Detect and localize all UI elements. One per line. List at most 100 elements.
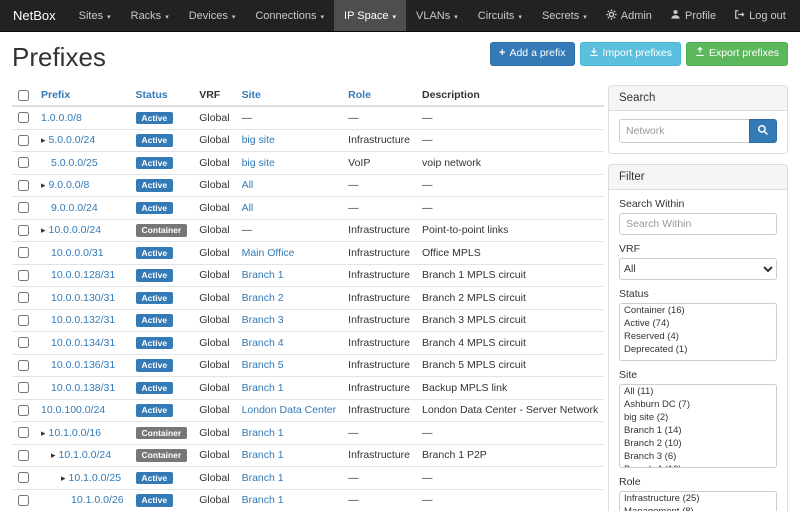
site-link[interactable]: big site — [242, 134, 275, 146]
site-link[interactable]: Branch 1 — [242, 449, 284, 461]
nav-item-ip-space[interactable]: IP Space▾ — [334, 0, 406, 31]
prefix-link[interactable]: 10.1.0.0/26 — [71, 494, 124, 506]
row-checkbox[interactable] — [18, 225, 29, 236]
caret-down-icon: ▾ — [232, 13, 236, 21]
filter-option[interactable]: Branch 2 (10) — [620, 437, 776, 450]
prefix-link[interactable]: 10.0.0.132/31 — [51, 314, 115, 326]
filter-option[interactable]: All (11) — [620, 385, 776, 398]
site-link[interactable]: Branch 1 — [242, 472, 284, 484]
sort-link[interactable]: Prefix — [41, 89, 70, 101]
sort-link[interactable]: Role — [348, 89, 371, 101]
filter-option[interactable]: Branch 1 (14) — [620, 424, 776, 437]
filter-option[interactable]: Reserved (4) — [620, 330, 776, 343]
site-link[interactable]: Branch 1 — [242, 494, 284, 506]
row-checkbox[interactable] — [18, 157, 29, 168]
row-checkbox[interactable] — [18, 112, 29, 123]
expand-children-icon[interactable]: ▸ — [51, 450, 56, 460]
site-link[interactable]: Branch 1 — [242, 382, 284, 394]
row-checkbox[interactable] — [18, 202, 29, 213]
row-checkbox[interactable] — [18, 315, 29, 326]
prefix-link[interactable]: 9.0.0.0/24 — [51, 202, 98, 214]
row-checkbox[interactable] — [18, 180, 29, 191]
import-prefixes-button[interactable]: Import prefixes — [580, 42, 681, 66]
brand[interactable]: NetBox — [0, 0, 69, 31]
prefix-link[interactable]: 1.0.0.0/8 — [41, 112, 82, 124]
search-within-input[interactable] — [619, 213, 777, 235]
row-checkbox[interactable] — [18, 472, 29, 483]
column-header-status[interactable]: Status — [130, 85, 194, 106]
site-link[interactable]: Main Office — [242, 247, 295, 259]
filter-option[interactable]: Infrastructure (25) — [620, 492, 776, 505]
row-checkbox[interactable] — [18, 427, 29, 438]
row-checkbox[interactable] — [18, 270, 29, 281]
prefix-link[interactable]: 10.0.100.0/24 — [41, 404, 105, 416]
prefix-link[interactable]: 10.0.0.130/31 — [51, 292, 115, 304]
site-link[interactable]: All — [242, 202, 254, 214]
prefix-link[interactable]: 10.0.0.138/31 — [51, 382, 115, 394]
nav-item-sites[interactable]: Sites▾ — [69, 0, 121, 31]
expand-children-icon[interactable]: ▸ — [61, 473, 66, 483]
row-checkbox[interactable] — [18, 135, 29, 146]
expand-children-icon[interactable]: ▸ — [41, 225, 46, 235]
filter-option[interactable]: Branch 3 (6) — [620, 450, 776, 463]
expand-children-icon[interactable]: ▸ — [41, 180, 46, 190]
nav-item-logout[interactable]: Log out — [725, 0, 795, 31]
prefix-link[interactable]: 10.1.0.0/16 — [49, 427, 102, 439]
prefix-link[interactable]: 10.0.0.0/24 — [49, 224, 102, 236]
export-prefixes-button[interactable]: Export prefixes — [686, 42, 788, 66]
vrf-filter-select[interactable]: All — [619, 258, 777, 280]
filter-option[interactable]: big site (2) — [620, 411, 776, 424]
site-link[interactable]: Branch 3 — [242, 314, 284, 326]
row-checkbox[interactable] — [18, 495, 29, 506]
prefix-link[interactable]: 10.0.0.0/31 — [51, 247, 104, 259]
column-header-role[interactable]: Role — [342, 85, 416, 106]
nav-item-connections[interactable]: Connections▾ — [245, 0, 334, 31]
prefix-link[interactable]: 10.0.0.136/31 — [51, 359, 115, 371]
site-link[interactable]: Branch 1 — [242, 269, 284, 281]
sort-link[interactable]: Site — [242, 89, 261, 101]
add-prefix-button[interactable]: + Add a prefix — [490, 42, 574, 66]
row-checkbox[interactable] — [18, 247, 29, 258]
row-checkbox[interactable] — [18, 292, 29, 303]
prefix-link[interactable]: 10.1.0.0/24 — [59, 449, 112, 461]
site-link[interactable]: Branch 2 — [242, 292, 284, 304]
prefix-link[interactable]: 10.0.0.134/31 — [51, 337, 115, 349]
row-checkbox[interactable] — [18, 360, 29, 371]
filter-option[interactable]: Active (74) — [620, 317, 776, 330]
nav-item-secrets[interactable]: Secrets▾ — [532, 0, 597, 31]
prefix-link[interactable]: 10.1.0.0/25 — [69, 472, 122, 484]
sort-link[interactable]: Status — [136, 89, 168, 101]
prefix-link[interactable]: 10.0.0.128/31 — [51, 269, 115, 281]
search-button[interactable] — [749, 119, 777, 143]
site-link[interactable]: Branch 4 — [242, 337, 284, 349]
row-checkbox[interactable] — [18, 405, 29, 416]
filter-option[interactable]: Deprecated (1) — [620, 343, 776, 356]
prefix-link[interactable]: 9.0.0.0/8 — [49, 179, 90, 191]
prefix-link[interactable]: 5.0.0.0/25 — [51, 157, 98, 169]
nav-item-profile[interactable]: Profile — [661, 0, 725, 31]
nav-item-circuits[interactable]: Circuits▾ — [468, 0, 532, 31]
row-checkbox[interactable] — [18, 450, 29, 461]
site-link[interactable]: All — [242, 179, 254, 191]
site-link[interactable]: Branch 5 — [242, 359, 284, 371]
filter-option[interactable]: Branch 4 (12) — [620, 463, 776, 468]
expand-children-icon[interactable]: ▸ — [41, 428, 46, 438]
nav-item-devices[interactable]: Devices▾ — [179, 0, 246, 31]
prefix-link[interactable]: 5.0.0.0/24 — [49, 134, 96, 146]
filter-option[interactable]: Container (16) — [620, 304, 776, 317]
row-checkbox[interactable] — [18, 382, 29, 393]
filter-option[interactable]: Management (8) — [620, 505, 776, 511]
row-checkbox[interactable] — [18, 337, 29, 348]
column-header-prefix[interactable]: Prefix — [35, 85, 130, 106]
site-link[interactable]: Branch 1 — [242, 427, 284, 439]
search-input[interactable] — [619, 119, 749, 143]
column-header-site[interactable]: Site — [236, 85, 343, 106]
select-all-checkbox[interactable] — [18, 90, 29, 101]
site-link[interactable]: big site — [242, 157, 275, 169]
filter-option[interactable]: Ashburn DC (7) — [620, 398, 776, 411]
nav-item-racks[interactable]: Racks▾ — [121, 0, 179, 31]
site-link[interactable]: London Data Center — [242, 404, 337, 416]
nav-item-admin[interactable]: Admin — [597, 0, 661, 31]
expand-children-icon[interactable]: ▸ — [41, 135, 46, 145]
nav-item-vlans[interactable]: VLANs▾ — [406, 0, 468, 31]
